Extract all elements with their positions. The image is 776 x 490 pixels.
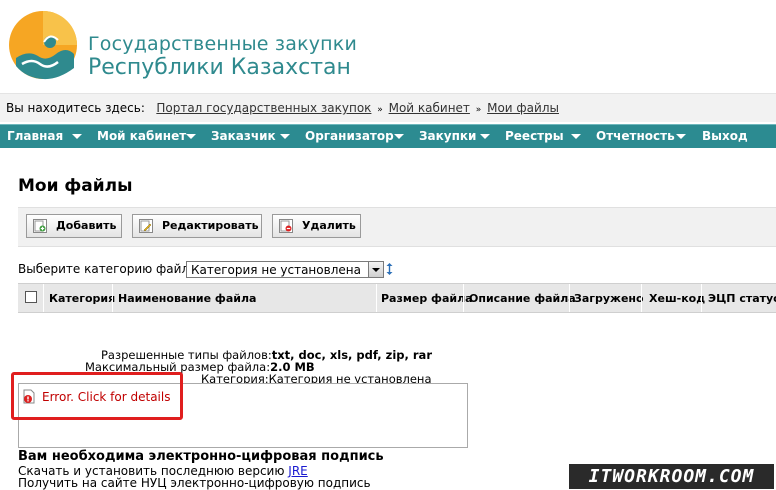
edit-button[interactable]: Редактировать: [132, 214, 262, 238]
nav-item-cabinet[interactable]: Мой кабинет: [97, 129, 186, 143]
category-filter-label: Выберите категорию файлов:: [18, 262, 208, 276]
breadcrumb: Вы находитесь здесь: Портал государствен…: [0, 93, 776, 122]
column-divider: [569, 284, 570, 312]
files-toolbar: Добавить Редактировать Удалить: [18, 207, 776, 247]
column-divider: [112, 284, 113, 312]
breadcrumb-prefix: Вы находитесь здесь:: [6, 101, 145, 115]
nav-item-customer[interactable]: Заказчик: [211, 129, 276, 143]
main-nav: Главная Мой кабинет Заказчик Организатор…: [0, 124, 776, 148]
add-button-label: Добавить: [56, 219, 117, 232]
applet-error-text: Error. Click for details: [42, 390, 171, 404]
error-icon: [22, 389, 36, 404]
nav-item-registers[interactable]: Реестры: [505, 129, 564, 143]
column-header-description[interactable]: Описание файла: [469, 292, 576, 305]
column-header-filename[interactable]: Наименование файла: [118, 292, 256, 305]
category-select-value: Категория не установлена: [191, 263, 361, 277]
chevron-down-icon[interactable]: [571, 134, 581, 139]
page-title: Мои файлы: [18, 176, 133, 196]
chevron-down-icon[interactable]: [186, 134, 196, 139]
nav-item-logout[interactable]: Выход: [702, 129, 748, 143]
chevron-down-icon[interactable]: [280, 134, 290, 139]
edit-file-icon: [139, 219, 153, 233]
column-divider: [43, 284, 44, 312]
chevron-down-icon[interactable]: [394, 134, 404, 139]
breadcrumb-link-cabinet[interactable]: Мой кабинет: [389, 101, 470, 115]
breadcrumb-link-portal[interactable]: Портал государственных закупок: [156, 101, 371, 115]
column-header-category[interactable]: Категория: [49, 292, 115, 305]
add-button[interactable]: Добавить: [26, 214, 122, 238]
column-divider: [463, 284, 464, 312]
breadcrumb-link-my-files[interactable]: Мои файлы: [487, 101, 559, 115]
nav-item-organizer[interactable]: Организатор: [305, 129, 394, 143]
edit-button-label: Редактировать: [162, 219, 259, 232]
chevron-down-icon[interactable]: [368, 262, 383, 277]
site-title-line1: Государственные закупки: [88, 33, 358, 55]
delete-button-label: Удалить: [302, 219, 356, 232]
site-title-line2: Республики Казахстан: [88, 55, 351, 80]
refresh-icon[interactable]: [385, 262, 394, 279]
chevron-down-icon[interactable]: [72, 134, 82, 139]
site-title: Государственные закупки Республики Казах…: [88, 33, 357, 81]
files-table-header: Категория Наименование файла Размер файл…: [18, 283, 776, 313]
column-divider: [641, 284, 642, 312]
chevron-down-icon[interactable]: [676, 134, 686, 139]
kazakhstan-emblem-logo[interactable]: [8, 10, 78, 80]
add-file-icon: [33, 219, 47, 233]
column-header-hash[interactable]: Хеш-код: [649, 292, 705, 305]
column-header-size[interactable]: Размер файла: [381, 292, 473, 305]
site-header: Государственные закупки Республики Казах…: [0, 0, 776, 92]
nav-item-reports[interactable]: Отчетность: [596, 129, 675, 143]
nav-item-home[interactable]: Главная: [7, 129, 63, 143]
select-all-checkbox[interactable]: [25, 291, 37, 303]
delete-file-icon: [279, 219, 293, 233]
column-header-signature-status[interactable]: ЭЦП статус: [708, 292, 776, 305]
applet-error-link[interactable]: Error. Click for details: [22, 389, 170, 404]
signature-required-heading: Вам необходима электронно-цифровая подпи…: [18, 449, 384, 464]
delete-button[interactable]: Удалить: [272, 214, 361, 238]
category-select[interactable]: Категория не установлена: [186, 261, 384, 278]
nav-item-purchases[interactable]: Закупки: [419, 129, 476, 143]
itworkroom-watermark: ITWORKROOM.COM: [569, 464, 774, 489]
chevron-down-icon[interactable]: [480, 134, 490, 139]
get-signature-line: Получить на сайте НУЦ электронно-цифрову…: [18, 476, 371, 490]
column-divider: [376, 284, 377, 312]
breadcrumb-separator: »: [377, 105, 383, 115]
column-divider: [701, 284, 702, 312]
breadcrumb-separator: »: [475, 105, 482, 115]
column-header-uploaded[interactable]: Загружено: [574, 292, 644, 305]
